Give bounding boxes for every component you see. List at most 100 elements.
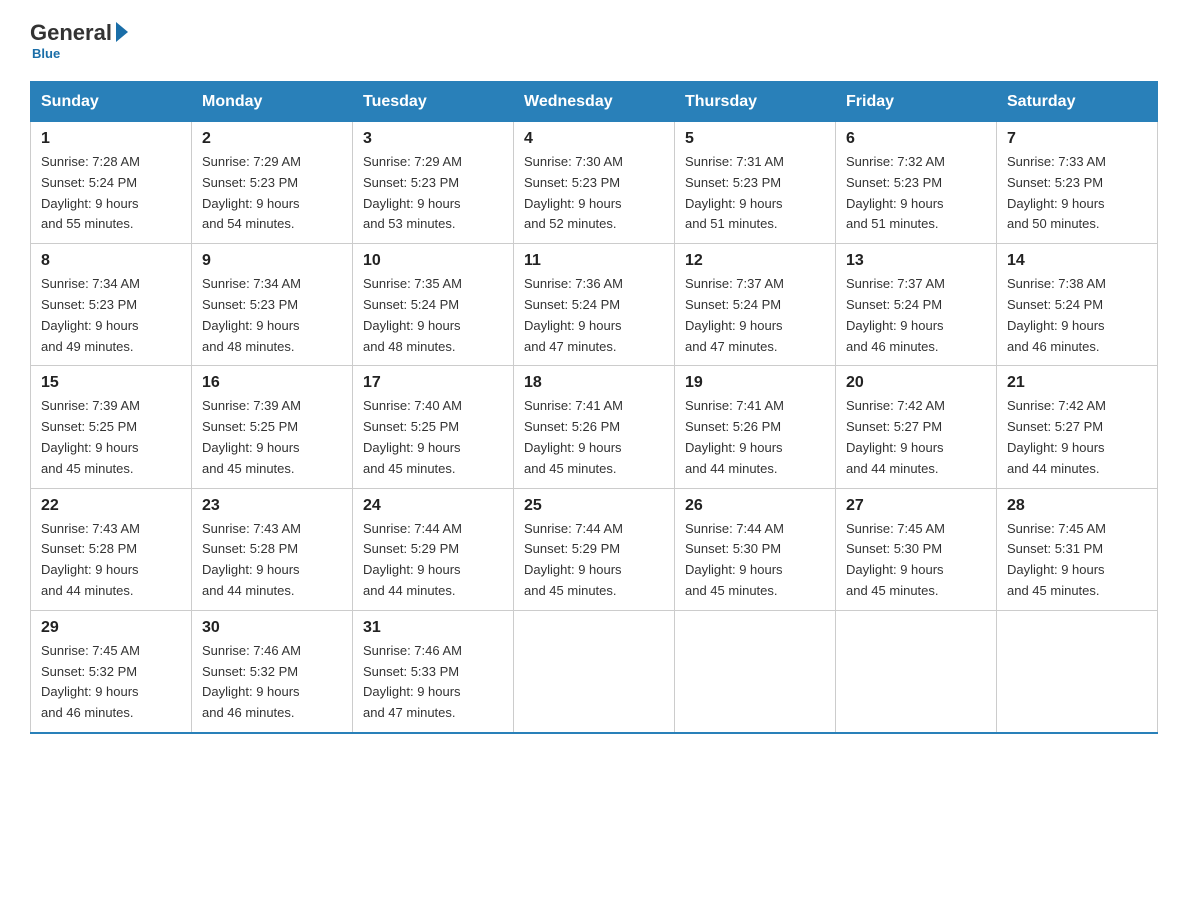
logo-arrow-icon [116,22,128,42]
day-number: 16 [202,374,342,392]
calendar-cell: 21 Sunrise: 7:42 AM Sunset: 5:27 PM Dayl… [997,366,1158,488]
logo-blue-text: Blue [32,46,60,61]
day-number: 3 [363,130,503,148]
calendar-cell: 16 Sunrise: 7:39 AM Sunset: 5:25 PM Dayl… [192,366,353,488]
calendar-cell: 14 Sunrise: 7:38 AM Sunset: 5:24 PM Dayl… [997,244,1158,366]
calendar-cell [836,610,997,733]
day-number: 1 [41,130,181,148]
day-number: 11 [524,252,664,270]
day-info: Sunrise: 7:45 AM Sunset: 5:32 PM Dayligh… [41,641,181,724]
day-number: 2 [202,130,342,148]
calendar-cell: 30 Sunrise: 7:46 AM Sunset: 5:32 PM Dayl… [192,610,353,733]
calendar-week-3: 15 Sunrise: 7:39 AM Sunset: 5:25 PM Dayl… [31,366,1158,488]
day-number: 15 [41,374,181,392]
calendar-cell: 19 Sunrise: 7:41 AM Sunset: 5:26 PM Dayl… [675,366,836,488]
calendar-cell: 8 Sunrise: 7:34 AM Sunset: 5:23 PM Dayli… [31,244,192,366]
calendar-cell: 1 Sunrise: 7:28 AM Sunset: 5:24 PM Dayli… [31,122,192,244]
day-number: 30 [202,619,342,637]
weekday-header-sunday: Sunday [31,82,192,122]
day-info: Sunrise: 7:37 AM Sunset: 5:24 PM Dayligh… [846,274,986,357]
calendar-cell: 15 Sunrise: 7:39 AM Sunset: 5:25 PM Dayl… [31,366,192,488]
day-info: Sunrise: 7:42 AM Sunset: 5:27 PM Dayligh… [1007,396,1147,479]
day-info: Sunrise: 7:33 AM Sunset: 5:23 PM Dayligh… [1007,152,1147,235]
calendar-week-5: 29 Sunrise: 7:45 AM Sunset: 5:32 PM Dayl… [31,610,1158,733]
day-info: Sunrise: 7:44 AM Sunset: 5:29 PM Dayligh… [363,519,503,602]
day-info: Sunrise: 7:43 AM Sunset: 5:28 PM Dayligh… [202,519,342,602]
weekday-header-wednesday: Wednesday [514,82,675,122]
day-number: 12 [685,252,825,270]
day-info: Sunrise: 7:32 AM Sunset: 5:23 PM Dayligh… [846,152,986,235]
day-info: Sunrise: 7:40 AM Sunset: 5:25 PM Dayligh… [363,396,503,479]
day-info: Sunrise: 7:45 AM Sunset: 5:31 PM Dayligh… [1007,519,1147,602]
day-info: Sunrise: 7:39 AM Sunset: 5:25 PM Dayligh… [41,396,181,479]
day-info: Sunrise: 7:35 AM Sunset: 5:24 PM Dayligh… [363,274,503,357]
calendar-cell: 10 Sunrise: 7:35 AM Sunset: 5:24 PM Dayl… [353,244,514,366]
calendar-cell: 29 Sunrise: 7:45 AM Sunset: 5:32 PM Dayl… [31,610,192,733]
calendar-week-1: 1 Sunrise: 7:28 AM Sunset: 5:24 PM Dayli… [31,122,1158,244]
page-header: General Blue [30,20,1158,61]
weekday-header-friday: Friday [836,82,997,122]
day-number: 18 [524,374,664,392]
day-number: 25 [524,497,664,515]
day-info: Sunrise: 7:34 AM Sunset: 5:23 PM Dayligh… [41,274,181,357]
day-number: 4 [524,130,664,148]
day-number: 31 [363,619,503,637]
calendar-cell: 26 Sunrise: 7:44 AM Sunset: 5:30 PM Dayl… [675,488,836,610]
calendar-cell: 22 Sunrise: 7:43 AM Sunset: 5:28 PM Dayl… [31,488,192,610]
calendar-cell: 27 Sunrise: 7:45 AM Sunset: 5:30 PM Dayl… [836,488,997,610]
calendar-cell: 2 Sunrise: 7:29 AM Sunset: 5:23 PM Dayli… [192,122,353,244]
calendar-cell: 7 Sunrise: 7:33 AM Sunset: 5:23 PM Dayli… [997,122,1158,244]
calendar-cell: 17 Sunrise: 7:40 AM Sunset: 5:25 PM Dayl… [353,366,514,488]
weekday-header-tuesday: Tuesday [353,82,514,122]
calendar-cell [997,610,1158,733]
day-info: Sunrise: 7:29 AM Sunset: 5:23 PM Dayligh… [202,152,342,235]
calendar-cell: 28 Sunrise: 7:45 AM Sunset: 5:31 PM Dayl… [997,488,1158,610]
calendar-week-4: 22 Sunrise: 7:43 AM Sunset: 5:28 PM Dayl… [31,488,1158,610]
day-info: Sunrise: 7:30 AM Sunset: 5:23 PM Dayligh… [524,152,664,235]
day-number: 28 [1007,497,1147,515]
calendar-cell: 3 Sunrise: 7:29 AM Sunset: 5:23 PM Dayli… [353,122,514,244]
day-number: 19 [685,374,825,392]
weekday-header-thursday: Thursday [675,82,836,122]
weekday-header-saturday: Saturday [997,82,1158,122]
day-number: 21 [1007,374,1147,392]
day-number: 13 [846,252,986,270]
calendar-cell: 6 Sunrise: 7:32 AM Sunset: 5:23 PM Dayli… [836,122,997,244]
day-info: Sunrise: 7:29 AM Sunset: 5:23 PM Dayligh… [363,152,503,235]
calendar-cell [675,610,836,733]
day-number: 23 [202,497,342,515]
day-info: Sunrise: 7:46 AM Sunset: 5:32 PM Dayligh… [202,641,342,724]
weekday-header-row: SundayMondayTuesdayWednesdayThursdayFrid… [31,82,1158,122]
calendar-cell: 12 Sunrise: 7:37 AM Sunset: 5:24 PM Dayl… [675,244,836,366]
day-info: Sunrise: 7:44 AM Sunset: 5:30 PM Dayligh… [685,519,825,602]
calendar-week-2: 8 Sunrise: 7:34 AM Sunset: 5:23 PM Dayli… [31,244,1158,366]
calendar-cell: 31 Sunrise: 7:46 AM Sunset: 5:33 PM Dayl… [353,610,514,733]
day-info: Sunrise: 7:36 AM Sunset: 5:24 PM Dayligh… [524,274,664,357]
calendar-cell: 4 Sunrise: 7:30 AM Sunset: 5:23 PM Dayli… [514,122,675,244]
day-info: Sunrise: 7:45 AM Sunset: 5:30 PM Dayligh… [846,519,986,602]
day-info: Sunrise: 7:41 AM Sunset: 5:26 PM Dayligh… [524,396,664,479]
day-info: Sunrise: 7:39 AM Sunset: 5:25 PM Dayligh… [202,396,342,479]
day-number: 22 [41,497,181,515]
day-info: Sunrise: 7:34 AM Sunset: 5:23 PM Dayligh… [202,274,342,357]
day-number: 27 [846,497,986,515]
day-number: 17 [363,374,503,392]
calendar-cell [514,610,675,733]
day-info: Sunrise: 7:28 AM Sunset: 5:24 PM Dayligh… [41,152,181,235]
day-number: 9 [202,252,342,270]
calendar-cell: 18 Sunrise: 7:41 AM Sunset: 5:26 PM Dayl… [514,366,675,488]
day-info: Sunrise: 7:43 AM Sunset: 5:28 PM Dayligh… [41,519,181,602]
calendar-cell: 9 Sunrise: 7:34 AM Sunset: 5:23 PM Dayli… [192,244,353,366]
day-number: 20 [846,374,986,392]
day-number: 7 [1007,130,1147,148]
day-number: 29 [41,619,181,637]
calendar-cell: 23 Sunrise: 7:43 AM Sunset: 5:28 PM Dayl… [192,488,353,610]
day-info: Sunrise: 7:44 AM Sunset: 5:29 PM Dayligh… [524,519,664,602]
day-number: 8 [41,252,181,270]
logo: General Blue [30,20,128,61]
day-info: Sunrise: 7:46 AM Sunset: 5:33 PM Dayligh… [363,641,503,724]
calendar-cell: 5 Sunrise: 7:31 AM Sunset: 5:23 PM Dayli… [675,122,836,244]
day-info: Sunrise: 7:42 AM Sunset: 5:27 PM Dayligh… [846,396,986,479]
day-number: 10 [363,252,503,270]
day-number: 14 [1007,252,1147,270]
